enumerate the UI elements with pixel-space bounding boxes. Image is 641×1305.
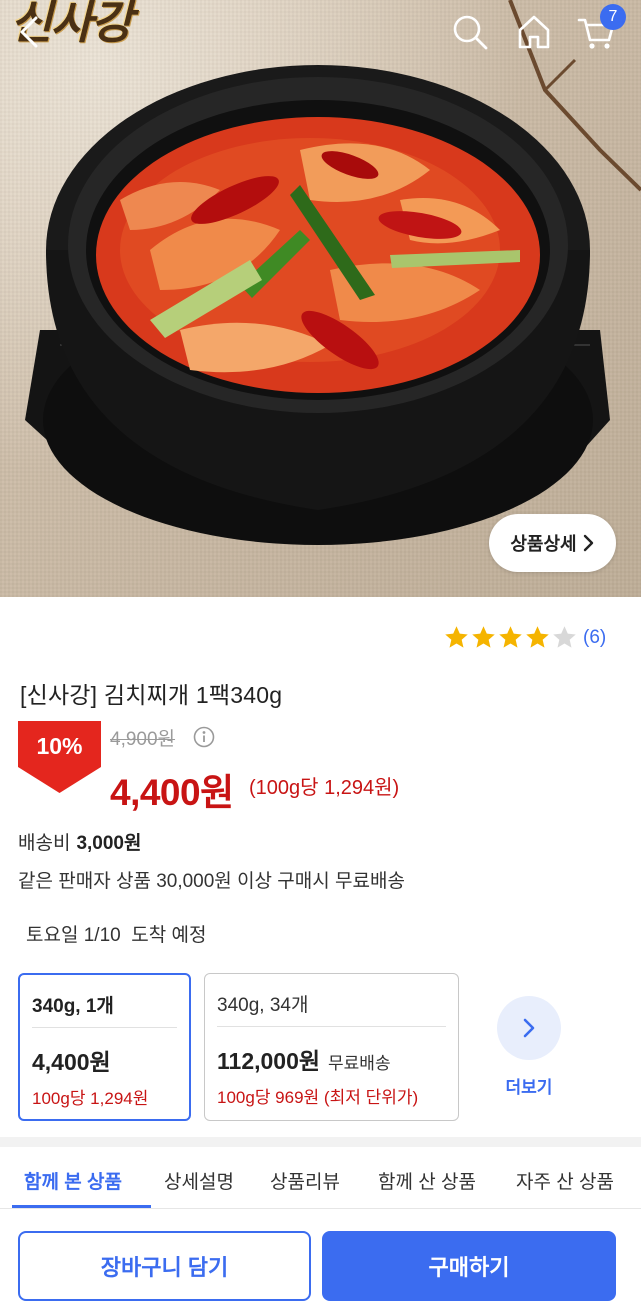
more-options-label[interactable]: 더보기 — [497, 1073, 561, 1098]
shipping-fee-value: 3,000원 — [76, 833, 142, 854]
tab-reviews[interactable]: 상품리뷰 — [270, 1167, 340, 1194]
chevron-right-icon — [523, 1018, 535, 1038]
original-price: 4,900원 — [110, 729, 176, 750]
option-card-1[interactable]: 340g, 1개 4,400원 100g당 1,294원 — [18, 973, 191, 1121]
search-icon — [453, 15, 488, 50]
chevron-right-icon — [583, 534, 593, 552]
review-count[interactable]: (6) — [583, 627, 606, 649]
back-arrow-icon — [20, 16, 38, 48]
arrival-date: 토요일 1/10 도착 예정 — [26, 925, 207, 946]
option-divider — [32, 1027, 177, 1028]
add-to-cart-button[interactable]: 장바구니 담기 — [18, 1231, 311, 1301]
option-card-2[interactable]: 340g, 34개 112,000원 무료배송 100g당 969원 (최저 단위… — [204, 973, 459, 1121]
bottom-action-bar: 장바구니 담기 구매하기 — [0, 1210, 641, 1305]
info-icon[interactable] — [193, 726, 215, 748]
search-button[interactable] — [448, 10, 492, 54]
home-icon — [518, 15, 550, 49]
sale-price: 4,400원 — [110, 772, 234, 813]
star-icon — [553, 626, 576, 648]
unit-price: (100g당 1,294원) — [249, 777, 400, 799]
star-icon — [445, 626, 468, 648]
product-hero-image — [0, 0, 641, 597]
tab-description[interactable]: 상세설명 — [164, 1167, 234, 1194]
option-unit-price: 100g당 969원 (최저 단위가) — [217, 1088, 419, 1107]
home-button[interactable] — [512, 10, 556, 54]
rating-stars[interactable]: (6) — [443, 624, 606, 651]
option-price-value: 112,000원 — [217, 1048, 321, 1074]
option-price: 112,000원 무료배송 — [217, 1042, 391, 1076]
buy-now-button[interactable]: 구매하기 — [322, 1231, 616, 1301]
star-icon — [526, 626, 549, 648]
product-title: [신사강] 김치찌개 1팩340g — [20, 682, 283, 708]
discount-percent: 10% — [36, 733, 83, 759]
option-divider — [217, 1026, 446, 1027]
star-icon — [472, 626, 495, 648]
section-divider — [0, 1137, 641, 1147]
option-name: 340g, 1개 — [32, 996, 114, 1017]
active-tab-indicator — [12, 1205, 151, 1208]
product-tabs: 함께 본 상품 상세설명 상품리뷰 함께 산 상품 자주 산 상품 — [0, 1147, 641, 1209]
more-options-button[interactable] — [497, 996, 561, 1060]
kimchi-stew-photo — [25, 0, 641, 545]
option-price: 4,400원 — [32, 1043, 111, 1077]
shipping-label: 배송비 — [18, 833, 71, 854]
product-detail-label: 상품상세 — [510, 534, 577, 554]
product-detail-button[interactable]: 상품상세 — [489, 514, 616, 572]
option-shipping: 무료배송 — [328, 1054, 391, 1073]
shipping-fee: 배송비 3,000원 — [18, 828, 141, 855]
option-unit-price: 100g당 1,294원 — [32, 1089, 149, 1108]
star-row — [443, 624, 578, 651]
back-button[interactable] — [8, 10, 52, 54]
star-icon — [499, 626, 522, 648]
cart-count-badge: 7 — [600, 4, 626, 30]
option-price-value: 4,400원 — [32, 1049, 111, 1075]
free-shipping-note: 같은 판매자 상품 30,000원 이상 구매시 무료배송 — [18, 871, 405, 892]
tab-viewed-together[interactable]: 함께 본 상품 — [24, 1167, 122, 1194]
option-name: 340g, 34개 — [217, 995, 309, 1016]
tab-bought-together[interactable]: 함께 산 상품 — [378, 1167, 476, 1194]
tab-frequently-bought[interactable]: 자주 산 상품 — [516, 1167, 614, 1194]
